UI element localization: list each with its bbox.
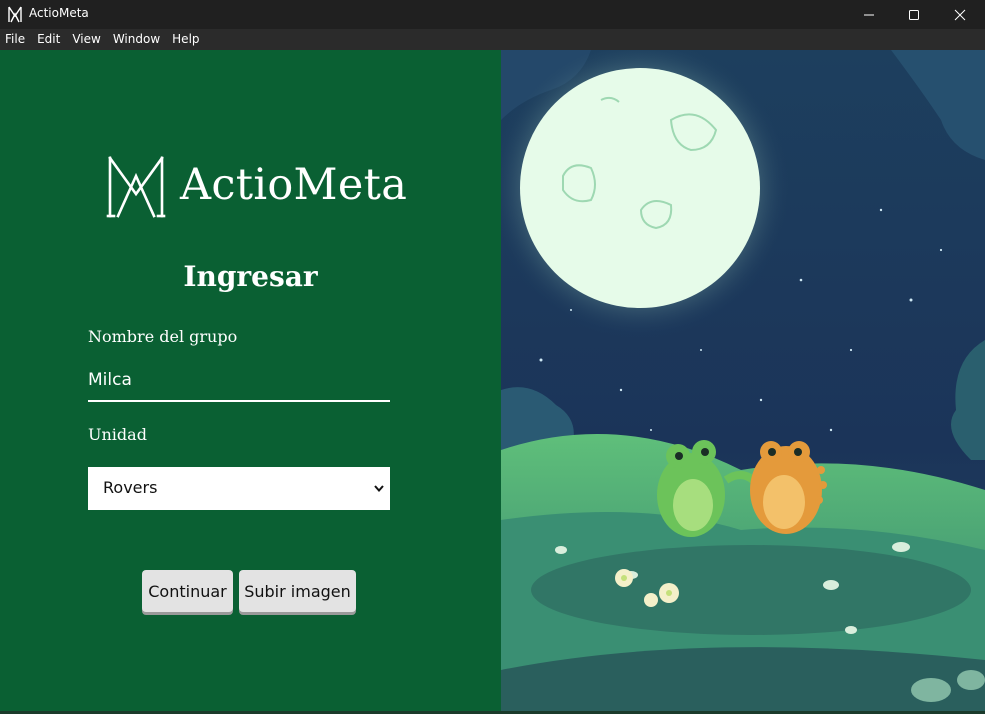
close-icon — [954, 9, 966, 20]
app-logo-icon — [8, 6, 22, 23]
maximize-button[interactable] — [891, 0, 937, 29]
menu-file[interactable]: File — [0, 29, 31, 50]
continue-button[interactable]: Continuar — [142, 570, 233, 612]
menu-view[interactable]: View — [66, 29, 106, 50]
frogs-moon-illustration — [501, 50, 985, 711]
group-name-label: Nombre del grupo — [88, 327, 238, 346]
upload-image-button[interactable]: Subir imagen — [239, 570, 356, 612]
close-button[interactable] — [937, 0, 983, 29]
unit-select[interactable]: Rovers — [88, 467, 390, 510]
unit-label: Unidad — [88, 425, 147, 444]
maximize-icon — [909, 9, 919, 20]
menu-bar: File Edit View Window Help — [0, 29, 985, 50]
actiometa-logo-icon — [106, 156, 166, 218]
menu-window[interactable]: Window — [107, 29, 166, 50]
unit-select-value: Rovers — [103, 478, 158, 497]
menu-help[interactable]: Help — [166, 29, 205, 50]
brand-name: ActioMeta — [180, 160, 408, 210]
minimize-icon — [864, 14, 874, 15]
chevron-down-icon — [374, 485, 384, 493]
group-name-input[interactable] — [88, 360, 390, 402]
minimize-button[interactable] — [846, 0, 892, 29]
menu-edit[interactable]: Edit — [31, 29, 66, 50]
window-title: ActioMeta — [29, 6, 89, 20]
page-title: Ingresar — [183, 260, 318, 293]
title-bar: ActioMeta — [0, 0, 985, 29]
